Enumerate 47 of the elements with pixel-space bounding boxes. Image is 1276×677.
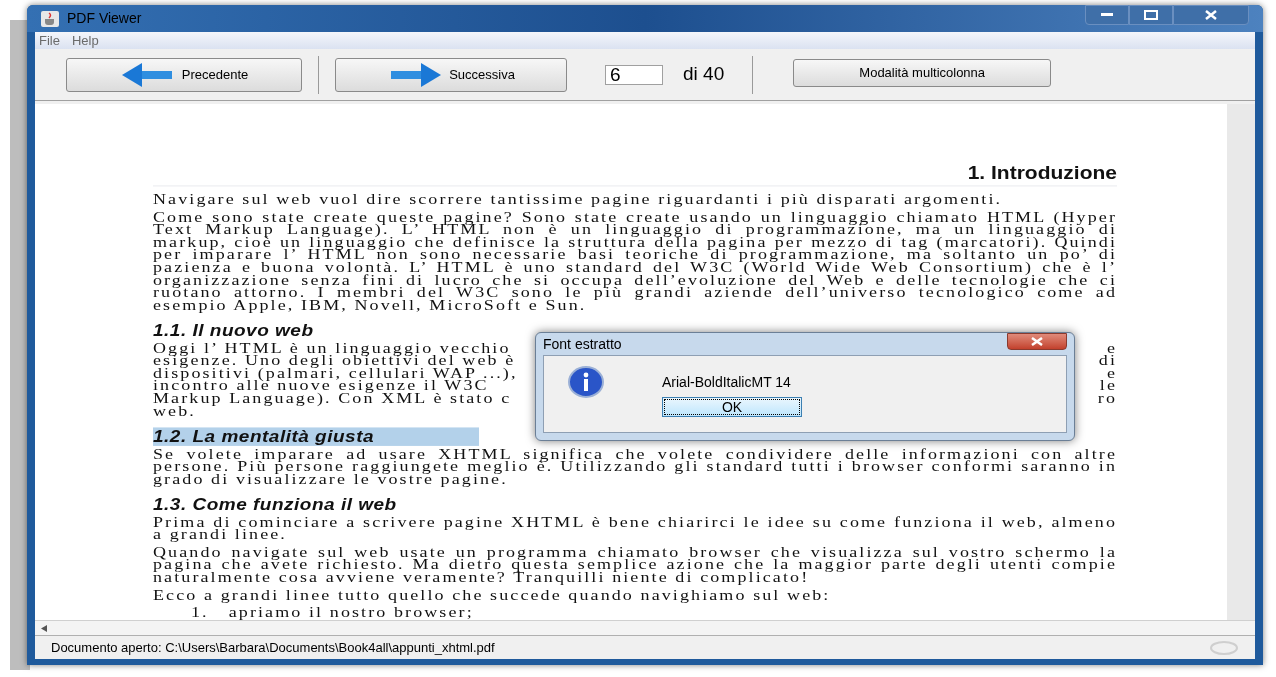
text-line: e — [1106, 341, 1117, 355]
close-button[interactable] — [1173, 5, 1249, 25]
text-line: di — [1098, 354, 1117, 367]
section-heading: 1.1. Il nuovo web — [153, 321, 315, 341]
scroll-left-icon — [41, 624, 47, 632]
list-number: 1. — [191, 606, 209, 619]
coffee-cup-icon — [41, 10, 59, 27]
section-heading: 1.3. Come funziona il web — [153, 495, 398, 514]
paragraph: Se volete imparare ad usare XHTML significa che volete condividere delle informazioni con altre persone. Più persone raggiungete meglio è. Utilizzando gli standard tutti i browser conformi saranno in grado di visualizzare le vostre pagine. — [153, 447, 1117, 486]
page-count: di 40 — [683, 62, 725, 87]
window-title: PDF Viewer — [67, 9, 142, 28]
ok-button[interactable]: OK — [662, 397, 802, 417]
paragraph: Navigare sul web vuol dire scorrere tantissime pagine riguardanti i più disparati argomenti. — [153, 193, 1004, 206]
maximize-icon — [1144, 10, 1158, 20]
previous-button[interactable]: Precedente — [66, 57, 302, 92]
text-line: esigenze. Uno degli obiettivi del web è — [153, 354, 516, 367]
text-line: le — [1099, 379, 1117, 393]
text-line: web. — [153, 404, 196, 418]
info-icon — [568, 366, 604, 398]
list-item-text: apriamo il nostro browser; — [228, 606, 474, 619]
dialog-message: Arial-BoldItalicMT 14 — [662, 373, 791, 392]
menu-item[interactable]: File — [39, 33, 60, 48]
status-text: Documento aperto: C:\Users\Barbara\Documents\Book4all\appunti_xhtml.pdf — [51, 638, 495, 657]
close-icon — [1205, 10, 1217, 20]
close-button[interactable] — [1007, 333, 1067, 350]
close-icon — [1031, 337, 1043, 346]
maximize-button[interactable] — [1129, 5, 1173, 25]
vertical-scrollbar[interactable] — [1227, 104, 1255, 620]
minimize-icon — [1101, 13, 1113, 17]
text-line: e — [1106, 366, 1117, 380]
minimize-button[interactable] — [1085, 5, 1129, 25]
text-line: ro — [1097, 392, 1117, 405]
progress-indicator-icon — [1209, 639, 1239, 656]
section-heading: 1. Introduzione — [967, 162, 1117, 184]
menu-item[interactable]: Help — [71, 33, 99, 48]
paragraph: Prima di cominciare a scrivere pagine XHTML è bene chiarirci le idee su come funziona il web, almeno a grandi linee. — [153, 515, 1117, 541]
multicolumn-button[interactable]: Modalità multicolonna — [793, 58, 1052, 87]
text-line: Oggi l’ HTML è un linguaggio vecchio — [153, 341, 511, 355]
paragraph: Quando navigate sul web usate un programma chiamato browser che visualizza sul vostro schermo la pagina che avete richiesto. Ma dietro questa semplice azione che la maggior parte degli utenti compie naturalmente cosa avviene veramente? Tranquilli niente di complicato! — [153, 545, 1117, 584]
dialog-title: Font estratto — [543, 334, 622, 354]
next-button[interactable]: Successiva — [335, 57, 567, 92]
section-heading: 1.2. La mentalità giusta — [153, 427, 479, 446]
horizontal-scrollbar[interactable] — [35, 620, 1255, 635]
text-line: Markup Language). Con XML è stato c — [153, 392, 512, 405]
paragraph: Come sono state create queste pagine? Sono state create usando un linguaggio chiamato HTML (Hyper Text Markup Language). L’ HTML non è un linguaggio di programmazione, ma un linguaggio di markup, cioè un linguaggio che definisce la struttura della pagina per mezzo di tag (marcatori). Quindi per imparare l’ HTML non sono necessarie basi teoriche di programmazione, ma soltanto un po’ di pazienza e buona volontà. L’ HTML è uno standard del W3C (World Wide Web Consortium) che è l’ organizzazione senza fini di lucro che si occupa dell’evoluzione del Web e delle tecnologie che ci ruotano attorno. I membri del W3C sono le più grandi aziende dell’universo tecnologico come ad esempio Apple, IBM, Novell, MicroSoft e Sun. — [153, 210, 1117, 312]
page-number-field[interactable]: 6 — [605, 64, 663, 85]
paragraph: Ecco a grandi linee tutto quello che succede quando navighiamo sul web: — [153, 588, 832, 602]
